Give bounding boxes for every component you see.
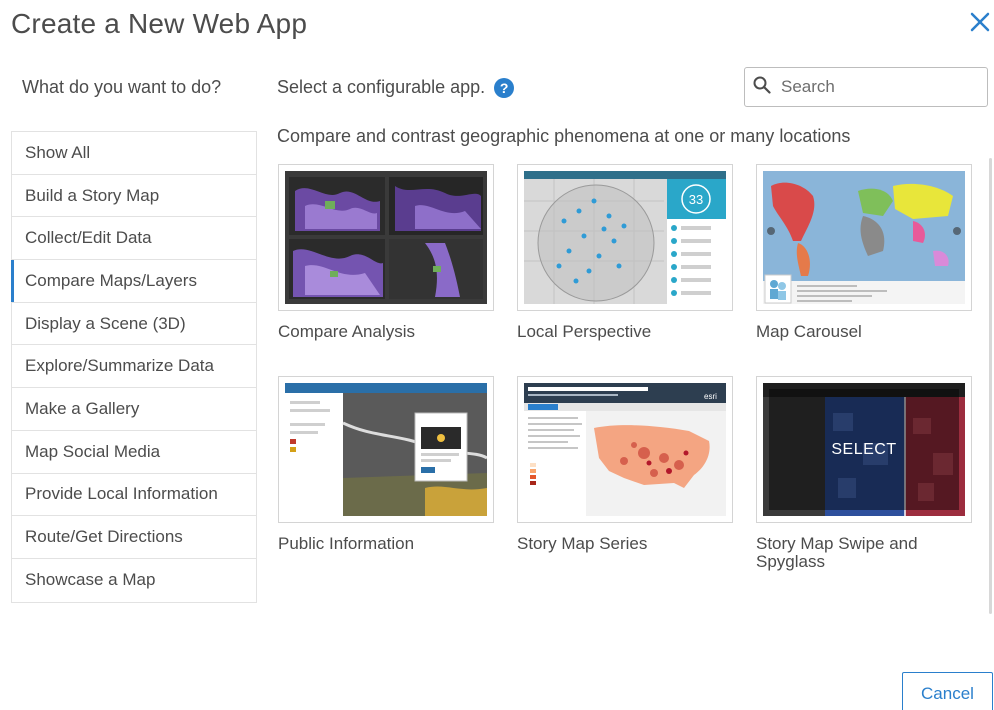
app-thumbnail bbox=[278, 376, 494, 523]
app-card-label: Story Map Swipe and Spyglass bbox=[756, 534, 918, 571]
app-card-local-perspective[interactable]: 33 Local Perspective bbox=[517, 164, 733, 341]
search-input[interactable] bbox=[781, 77, 971, 97]
select-heading: Select a configurable app. bbox=[277, 77, 486, 97]
app-thumbnail: SELECT bbox=[756, 376, 972, 523]
sidebar-item-make-gallery[interactable]: Make a Gallery bbox=[12, 388, 256, 431]
sidebar-item-label: Explore/Summarize Data bbox=[25, 356, 214, 376]
app-card-story-map-series[interactable]: esri Story Map Series bbox=[517, 376, 733, 553]
thumbnail-counter: 33 bbox=[689, 192, 703, 207]
sidebar-item-label: Showcase a Map bbox=[25, 570, 156, 590]
sidebar-item-map-social-media[interactable]: Map Social Media bbox=[12, 431, 256, 474]
app-card-public-information[interactable]: Public Information bbox=[278, 376, 494, 553]
app-card-story-map-swipe-spyglass[interactable]: SELECT Story Map Swipe and Spyglass bbox=[756, 376, 972, 571]
cancel-button[interactable]: Cancel bbox=[902, 672, 993, 710]
app-card-label: Compare Analysis bbox=[278, 322, 416, 341]
sidebar-item-compare-maps-layers[interactable]: Compare Maps/Layers bbox=[11, 260, 256, 303]
dialog-title: Create a New Web App bbox=[11, 8, 308, 39]
sidebar-item-label: Compare Maps/Layers bbox=[25, 270, 197, 290]
sidebar-item-collect-edit-data[interactable]: Collect/Edit Data bbox=[12, 217, 256, 261]
sidebar-item-label: Build a Story Map bbox=[25, 185, 160, 205]
sidebar-item-explore-summarize[interactable]: Explore/Summarize Data bbox=[12, 345, 256, 389]
app-thumbnail: 33 bbox=[517, 164, 733, 311]
app-thumbnail: esri bbox=[517, 376, 733, 523]
sidebar-item-route-directions[interactable]: Route/Get Directions bbox=[12, 516, 256, 559]
sidebar-item-show-all[interactable]: Show All bbox=[12, 132, 256, 175]
app-card-label: Story Map Series bbox=[517, 534, 648, 553]
sidebar-item-label: Make a Gallery bbox=[25, 398, 140, 418]
app-card-label: Public Information bbox=[278, 534, 415, 553]
app-thumbnail bbox=[278, 164, 494, 311]
select-heading-row: Select a configurable app. ? bbox=[277, 77, 515, 98]
section-title: Compare and contrast geographic phenomen… bbox=[277, 126, 851, 146]
sidebar-item-display-scene[interactable]: Display a Scene (3D) bbox=[12, 303, 256, 346]
search-box[interactable] bbox=[744, 67, 988, 107]
sidebar-item-label: Route/Get Directions bbox=[25, 527, 183, 547]
help-icon[interactable]: ? bbox=[494, 77, 515, 98]
app-card-map-carousel[interactable]: Map Carousel bbox=[756, 164, 972, 341]
sidebar-item-label: Show All bbox=[25, 142, 91, 162]
sidebar-item-build-story-map[interactable]: Build a Story Map bbox=[12, 175, 256, 218]
sidebar-item-local-information[interactable]: Provide Local Information bbox=[12, 474, 256, 517]
sidebar-item-showcase-map[interactable]: Showcase a Map bbox=[12, 559, 256, 602]
app-card-label: Local Perspective bbox=[517, 322, 652, 341]
app-thumbnail bbox=[756, 164, 972, 311]
thumbnail-brand: esri bbox=[704, 392, 717, 401]
category-list: Show All Build a Story Map Collect/Edit … bbox=[11, 131, 257, 603]
sidebar-item-label: Collect/Edit Data bbox=[25, 228, 152, 248]
app-card-label: Map Carousel bbox=[756, 322, 862, 341]
left-heading: What do you want to do? bbox=[22, 77, 222, 97]
sidebar-item-label: Map Social Media bbox=[25, 441, 161, 461]
sidebar-item-label: Provide Local Information bbox=[25, 484, 218, 504]
app-card-compare-analysis[interactable]: Compare Analysis bbox=[278, 164, 494, 341]
close-icon[interactable] bbox=[968, 10, 992, 34]
gallery-scrollbar[interactable] bbox=[989, 158, 992, 614]
search-icon bbox=[753, 76, 771, 99]
select-overlay[interactable]: SELECT bbox=[769, 389, 959, 510]
sidebar-item-label: Display a Scene (3D) bbox=[25, 313, 186, 333]
